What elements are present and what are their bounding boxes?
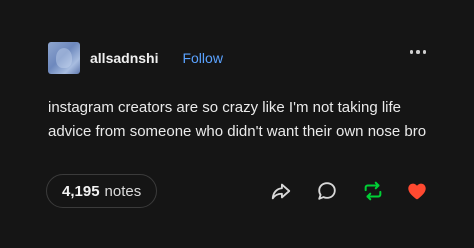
post-text: instagram creators are so crazy like I'm… [48, 99, 427, 140]
post-actions [270, 180, 430, 202]
avatar[interactable] [48, 42, 80, 74]
heart-icon[interactable] [406, 180, 428, 202]
notes-button[interactable]: 4,195 notes [46, 174, 158, 208]
share-icon[interactable] [270, 180, 292, 202]
post-card: allsadnshi Follow instagram creators are… [0, 0, 474, 248]
notes-label: notes [104, 182, 142, 200]
username[interactable]: allsadnshi [90, 50, 158, 66]
follow-button[interactable]: Follow [182, 50, 222, 66]
reply-icon[interactable] [316, 180, 338, 202]
notes-count: 4,195 [62, 182, 100, 200]
more-options-icon[interactable] [409, 50, 426, 54]
reblog-icon[interactable] [362, 180, 384, 202]
post-header: allsadnshi Follow [48, 40, 223, 76]
